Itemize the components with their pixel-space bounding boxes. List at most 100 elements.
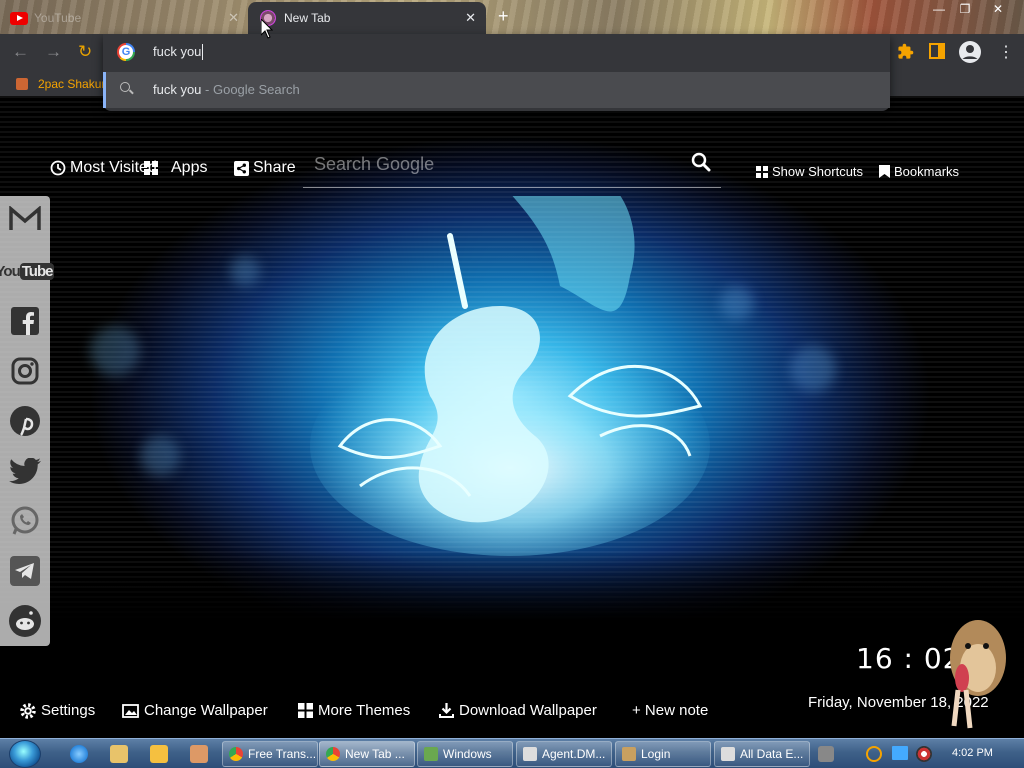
new-tab-button[interactable]: + — [498, 6, 509, 27]
network-icon[interactable] — [892, 746, 908, 760]
tab-new-tab[interactable]: New Tab ✕ — [248, 2, 486, 34]
suggestion-suffix: - Google Search — [201, 82, 300, 97]
chrome-icon — [326, 747, 340, 761]
taskbar-item[interactable]: Windows — [417, 741, 513, 767]
bookmarks-label: Bookmarks — [894, 164, 960, 179]
search-input[interactable]: Search Google — [314, 154, 434, 175]
bokeh-light — [230, 256, 260, 286]
start-button[interactable] — [9, 740, 41, 768]
folder-icon[interactable] — [110, 745, 128, 763]
download-wallpaper-label: Download Wallpaper — [459, 702, 597, 719]
new-tab-page: Most Visited Apps Share Search Google Sh… — [0, 96, 1024, 738]
minimize-button[interactable]: — — [926, 0, 952, 18]
tray-app-icon[interactable] — [818, 746, 834, 762]
telegram-icon[interactable] — [8, 554, 42, 588]
apps-link[interactable]: Apps — [143, 159, 207, 177]
maximize-button[interactable]: ❐ — [952, 0, 978, 18]
taskbar-item[interactable]: Login — [615, 741, 711, 767]
close-icon[interactable]: ✕ — [465, 10, 476, 26]
taskbar-item-label: Agent.DM... — [542, 747, 606, 761]
search-icon[interactable] — [866, 746, 882, 762]
tab-title: New Tab — [284, 11, 331, 25]
bookmark-2pac[interactable]: 2pac Shakur — [16, 77, 105, 91]
image-icon — [122, 703, 139, 718]
bokeh-light — [790, 346, 836, 392]
bokeh-light — [140, 436, 180, 476]
most-visited-link[interactable]: Most Visited — [50, 159, 157, 177]
change-wallpaper-link[interactable]: Change Wallpaper — [122, 702, 268, 719]
tab-strip: YouTube ✕ New Tab ✕ + — ❐ ✕ — [0, 0, 1024, 34]
search-icon[interactable] — [691, 152, 711, 172]
close-window-button[interactable]: ✕ — [985, 0, 1011, 18]
app-icon — [424, 747, 438, 761]
taskbar-item[interactable]: Free Trans... — [222, 741, 318, 767]
social-sidebar: YouTube — [0, 196, 55, 646]
history-icon — [50, 160, 66, 176]
grid-icon — [298, 703, 313, 718]
download-icon — [439, 703, 454, 718]
window-icon — [523, 747, 537, 761]
omnibox[interactable]: fuck you fuck you - Google Search — [103, 34, 890, 111]
taskbar-item-label: New Tab ... — [345, 747, 405, 761]
taskbar-item[interactable]: New Tab ... — [319, 741, 415, 767]
extensions-icon[interactable] — [897, 43, 914, 60]
grid-icon — [756, 165, 768, 178]
profile-avatar-icon[interactable] — [959, 41, 981, 63]
google-search-box[interactable]: Search Google — [303, 142, 721, 188]
back-arrow-icon[interactable]: ← — [12, 42, 29, 62]
omnibox-suggestion[interactable]: fuck you - Google Search — [103, 72, 890, 108]
youtube-icon[interactable]: YouTube — [0, 254, 55, 288]
share-label: Share — [253, 159, 296, 176]
new-note-link[interactable]: + New note — [632, 702, 708, 719]
windows-taskbar: Free Trans... New Tab ... Windows Agent.… — [0, 738, 1024, 768]
gear-icon — [20, 702, 36, 719]
taskbar-item[interactable]: Agent.DM... — [516, 741, 612, 767]
taskbar-item-label: Login — [641, 747, 671, 761]
bokeh-light — [720, 286, 754, 320]
internet-explorer-icon[interactable] — [70, 745, 88, 763]
settings-link[interactable]: Settings — [20, 702, 95, 719]
omnibox-input[interactable]: fuck you — [153, 44, 204, 60]
show-shortcuts-label: Show Shortcuts — [772, 164, 864, 179]
taskbar-clock[interactable]: 4:02 PM — [952, 747, 993, 759]
app-icon[interactable] — [190, 745, 208, 763]
taskbar-item[interactable]: All Data E... — [714, 741, 810, 767]
bookmark-icon — [879, 165, 890, 178]
menu-kebab-icon[interactable]: ⋮ — [998, 42, 1014, 62]
gmail-icon[interactable] — [8, 202, 42, 236]
bookmark-label: 2pac Shakur — [38, 77, 106, 91]
change-wallpaper-label: Change Wallpaper — [144, 702, 268, 719]
side-panel-icon[interactable] — [929, 43, 945, 59]
reload-icon[interactable]: ↻ — [78, 42, 92, 62]
tray-app-icon[interactable] — [916, 746, 932, 762]
tab-title: YouTube — [34, 11, 82, 25]
mouse-cursor-icon — [261, 19, 273, 39]
chrome-icon — [229, 747, 243, 761]
more-themes-label: More Themes — [318, 702, 411, 719]
more-themes-link[interactable]: More Themes — [298, 702, 410, 719]
media-player-icon[interactable] — [150, 745, 168, 763]
reddit-icon[interactable] — [8, 604, 42, 638]
whatsapp-icon[interactable] — [8, 504, 42, 538]
instagram-icon[interactable] — [8, 354, 42, 388]
apps-grid-icon — [144, 161, 158, 175]
pinterest-icon[interactable] — [8, 404, 42, 438]
window-icon — [721, 747, 735, 761]
bookmark-favicon-icon — [16, 78, 28, 90]
download-wallpaper-link[interactable]: Download Wallpaper — [439, 702, 597, 719]
close-icon[interactable]: ✕ — [228, 10, 239, 26]
apps-label: Apps — [171, 159, 208, 176]
google-icon — [117, 43, 135, 61]
forward-arrow-icon[interactable]: → — [45, 42, 62, 62]
unicorn-wallpaper-image — [310, 196, 710, 556]
app-icon — [622, 747, 636, 761]
share-link[interactable]: Share — [234, 159, 296, 177]
twitter-icon[interactable] — [8, 454, 42, 488]
bookmarks-link[interactable]: Bookmarks — [879, 164, 959, 179]
show-shortcuts-link[interactable]: Show Shortcuts — [756, 164, 863, 179]
new-note-label: + New note — [632, 702, 709, 719]
tab-youtube[interactable]: YouTube ✕ — [10, 2, 245, 34]
share-icon — [234, 160, 249, 176]
taskbar-item-label: Windows — [443, 747, 492, 761]
facebook-icon[interactable] — [8, 304, 42, 338]
